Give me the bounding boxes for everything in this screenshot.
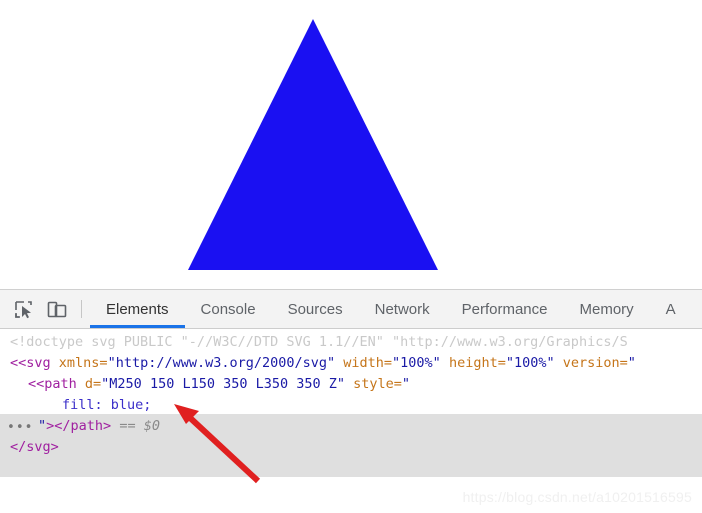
code-line-path-open[interactable]: <<path d="M250 150 L150 350 L350 350 Z" … <box>0 374 702 395</box>
svg-attr-xmlns-value: "http://www.w3.org/2000/svg" <box>107 355 336 371</box>
svg-tag-name: <svg <box>18 355 51 371</box>
devtools-toolbar: Elements Console Sources Network Perform… <box>0 290 702 329</box>
tab-elements[interactable]: Elements <box>90 290 185 328</box>
tab-console-label: Console <box>200 300 256 318</box>
selected-node-variable: $0 <box>143 418 160 434</box>
svg-close-tag: </svg> <box>10 439 59 455</box>
selected-eq-marker: == <box>119 418 136 434</box>
dom-tree-view[interactable]: ••• <!doctype svg PUBLIC "-//W3C//DTD SV… <box>0 329 702 512</box>
code-line-path-close[interactable]: "></path> == $0 <box>0 416 702 437</box>
path-attr-d-value: "M250 150 L150 350 L350 350 Z" <box>101 376 346 392</box>
svg-attr-version-value: " <box>627 355 636 371</box>
svg-attr-width-name: width= <box>335 355 393 371</box>
code-line-svg-open[interactable]: <<svg xmlns="http://www.w3.org/2000/svg"… <box>0 353 702 374</box>
tab-memory-label: Memory <box>579 300 634 318</box>
code-line-svg-close[interactable]: </svg> <box>0 437 702 458</box>
toolbar-divider <box>81 300 82 318</box>
blue-triangle-path[interactable] <box>188 19 438 270</box>
tab-network-label: Network <box>374 300 430 318</box>
tab-sources[interactable]: Sources <box>272 290 359 328</box>
device-toolbar-icon[interactable] <box>40 290 74 328</box>
rendered-page-area <box>0 0 702 289</box>
inspect-element-icon[interactable] <box>6 290 40 328</box>
tab-console[interactable]: Console <box>185 290 272 328</box>
svg-attr-height-value: "100%" <box>505 355 555 371</box>
tab-network[interactable]: Network <box>359 290 446 328</box>
svg-attr-xmlns-name: xmlns= <box>50 355 108 371</box>
tab-performance-label: Performance <box>461 300 548 318</box>
svg-canvas <box>188 19 438 270</box>
doctype-text: <!doctype svg PUBLIC "-//W3C//DTD SVG 1.… <box>10 334 628 350</box>
svg-attr-version-name: version= <box>554 355 628 371</box>
svg-attr-height-name: height= <box>440 355 506 371</box>
devtools-panel: Elements Console Sources Network Perform… <box>0 289 702 513</box>
code-line-style-rule[interactable]: fill: blue; <box>0 395 702 416</box>
path-attr-style-open-quote: " <box>401 376 411 392</box>
style-fill-rule: fill: blue; <box>62 397 152 413</box>
path-close-tag: ></path> <box>46 418 112 434</box>
path-style-close-quote: " <box>38 418 47 434</box>
tab-sources-label: Sources <box>287 300 343 318</box>
path-tag-name: <path <box>36 376 77 392</box>
path-attr-d-name: d= <box>76 376 102 392</box>
svg-attr-width-value: "100%" <box>392 355 441 371</box>
tab-application-clipped[interactable]: A <box>650 290 676 328</box>
path-attr-style-name: style= <box>345 376 402 392</box>
tab-application-label: A <box>665 300 676 318</box>
devtools-tab-bar: Elements Console Sources Network Perform… <box>90 290 702 328</box>
tab-elements-label: Elements <box>106 300 169 318</box>
code-line-doctype: <!doctype svg PUBLIC "-//W3C//DTD SVG 1.… <box>0 332 702 353</box>
tab-performance[interactable]: Performance <box>446 290 564 328</box>
tab-memory[interactable]: Memory <box>564 290 650 328</box>
watermark-text: https://blog.csdn.net/a10201516595 <box>462 489 692 505</box>
